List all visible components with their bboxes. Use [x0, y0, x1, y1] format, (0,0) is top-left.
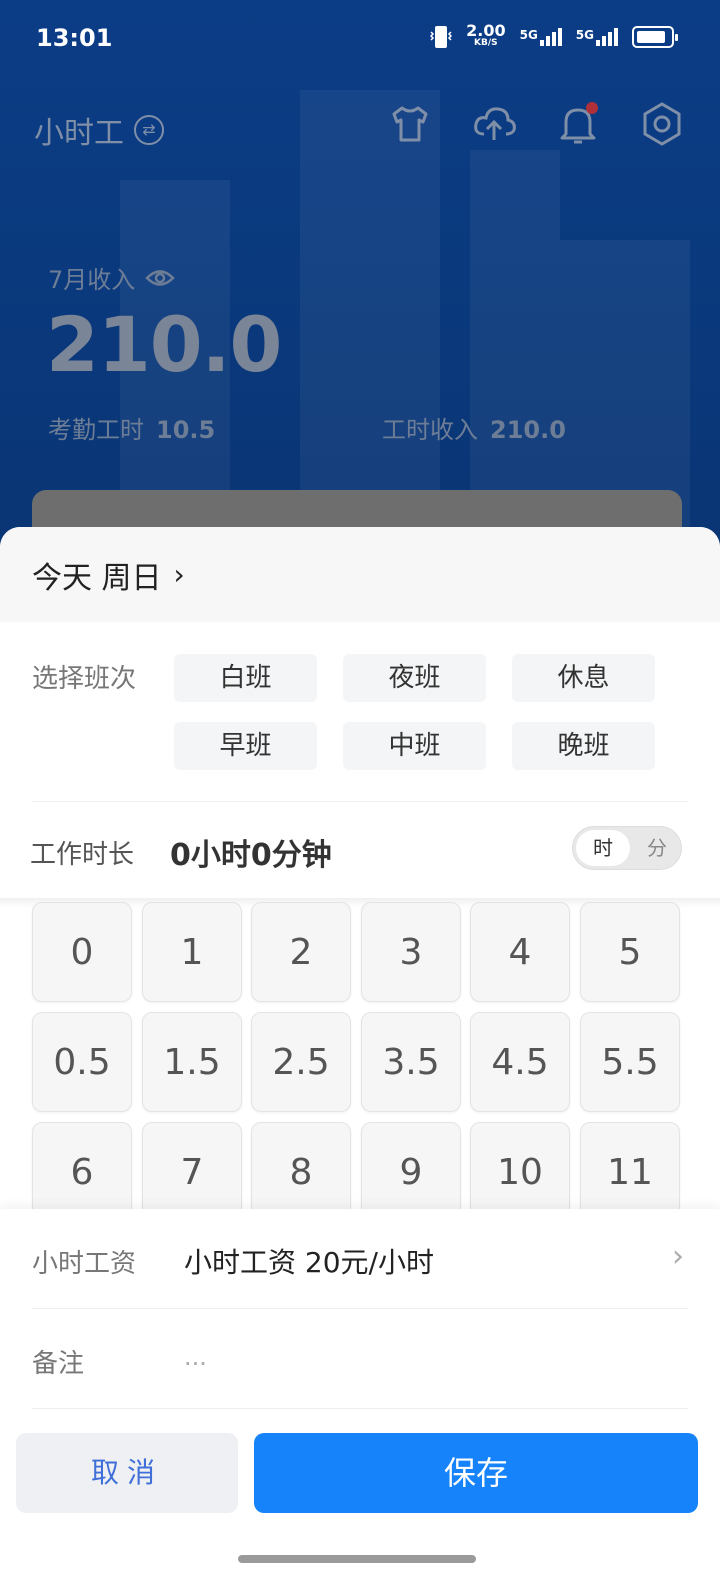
- header-actions: [386, 100, 686, 148]
- battery-icon: [632, 26, 678, 48]
- app-title-text: 小时工: [34, 116, 124, 151]
- date-selector[interactable]: 今天 周日 ›: [0, 527, 720, 622]
- hour-income-label: 工时收入: [382, 416, 478, 444]
- shift-evening-button[interactable]: 晚班: [512, 722, 655, 770]
- sheet-footer: 小时工资 小时工资 20元/小时 › 备注 ... 取消 保存: [0, 1209, 720, 1584]
- eye-icon[interactable]: [145, 267, 176, 289]
- sim1-label: 5G: [519, 28, 538, 42]
- status-bar: 13:01 2.00 KB/S 5G 5G: [0, 0, 720, 80]
- key-10[interactable]: 10: [470, 1122, 570, 1222]
- cancel-button[interactable]: 取消: [16, 1433, 238, 1513]
- chevron-right-icon: ›: [173, 558, 185, 591]
- key-1-5[interactable]: 1.5: [142, 1012, 242, 1112]
- key-1[interactable]: 1: [142, 902, 242, 1002]
- key-3-5[interactable]: 3.5: [361, 1012, 461, 1112]
- save-button[interactable]: 保存: [254, 1433, 698, 1513]
- date-text: 今天 周日: [32, 560, 162, 596]
- signal-icon: 5G: [576, 28, 618, 46]
- swap-icon[interactable]: ⇄: [134, 115, 164, 145]
- net-speed: 2.00 KB/S: [466, 21, 506, 49]
- note-input[interactable]: ...: [184, 1343, 207, 1371]
- key-0[interactable]: 0: [32, 902, 132, 1002]
- notification-badge: [586, 102, 598, 114]
- shift-rest-button[interactable]: 休息: [512, 654, 655, 702]
- note-label: 备注: [32, 1349, 85, 1379]
- income-label: 7月收入: [48, 260, 176, 295]
- unit-toggle[interactable]: 时 分: [572, 826, 682, 870]
- shift-section: 选择班次 白班 夜班 休息 早班 中班 晚班: [32, 622, 688, 802]
- app-title[interactable]: 小时工 ⇄: [34, 108, 164, 152]
- shirt-icon[interactable]: [386, 100, 434, 148]
- key-7[interactable]: 7: [142, 1122, 242, 1222]
- shift-label: 选择班次: [32, 664, 137, 694]
- sim2-label: 5G: [575, 28, 594, 42]
- key-5[interactable]: 5: [580, 902, 680, 1002]
- key-4-5[interactable]: 4.5: [470, 1012, 570, 1112]
- chevron-right-icon: ›: [672, 1239, 684, 1274]
- hero-background: 13:01 2.00 KB/S 5G 5G 小时工 ⇄ 7月收入 210.0 考…: [0, 0, 720, 560]
- key-2-5[interactable]: 2.5: [251, 1012, 351, 1112]
- net-speed-value: 2.00: [466, 21, 506, 40]
- key-4[interactable]: 4: [470, 902, 570, 1002]
- unit-minute-option[interactable]: 分: [647, 827, 667, 869]
- duration-label: 工作时长: [30, 840, 135, 870]
- attendance-label: 考勤工时: [48, 416, 144, 444]
- key-9[interactable]: 9: [361, 1122, 461, 1222]
- key-11[interactable]: 11: [580, 1122, 680, 1222]
- key-5-5[interactable]: 5.5: [580, 1012, 680, 1112]
- income-value: 210.0: [46, 300, 282, 389]
- wage-value: 小时工资 20元/小时: [184, 1246, 434, 1279]
- month-income-label: 7月收入: [48, 266, 136, 294]
- settings-hex-icon[interactable]: [638, 100, 686, 148]
- hour-income-stat: 工时收入 210.0: [382, 410, 566, 445]
- hour-keypad: 0 1 2 3 4 5 0.5 1.5 2.5 3.5 4.5 5.5 6 7 …: [0, 898, 720, 1222]
- wage-label: 小时工资: [32, 1249, 137, 1279]
- shift-middle-button[interactable]: 中班: [343, 722, 486, 770]
- note-row[interactable]: 备注 ...: [32, 1309, 688, 1409]
- vibrate-icon: [430, 26, 453, 48]
- key-8[interactable]: 8: [251, 1122, 351, 1222]
- shift-night-button[interactable]: 夜班: [343, 654, 486, 702]
- home-indicator[interactable]: [238, 1555, 476, 1563]
- bell-icon[interactable]: [554, 100, 602, 148]
- duration-row: 工作时长 0小时0分钟 时 分: [0, 802, 720, 898]
- key-0-5[interactable]: 0.5: [32, 1012, 132, 1112]
- shift-morning-button[interactable]: 早班: [174, 722, 317, 770]
- attendance-value: 10.5: [156, 416, 216, 444]
- status-indicators: 2.00 KB/S 5G 5G: [430, 21, 678, 50]
- wage-row[interactable]: 小时工资 小时工资 20元/小时 ›: [32, 1209, 688, 1309]
- shift-day-button[interactable]: 白班: [174, 654, 317, 702]
- cloud-upload-icon[interactable]: [470, 100, 518, 148]
- record-sheet: 今天 周日 › 选择班次 白班 夜班 休息 早班 中班 晚班 工作时长 0小时0…: [0, 527, 720, 1584]
- hour-income-value: 210.0: [490, 416, 566, 444]
- key-2[interactable]: 2: [251, 902, 351, 1002]
- attendance-stat: 考勤工时 10.5: [48, 410, 215, 445]
- key-3[interactable]: 3: [361, 902, 461, 1002]
- unit-hour-option[interactable]: 时: [576, 830, 630, 866]
- key-6[interactable]: 6: [32, 1122, 132, 1222]
- signal-icon: 5G: [520, 28, 562, 46]
- duration-value: 0小时0分钟: [170, 838, 332, 873]
- status-time: 13:01: [36, 24, 113, 52]
